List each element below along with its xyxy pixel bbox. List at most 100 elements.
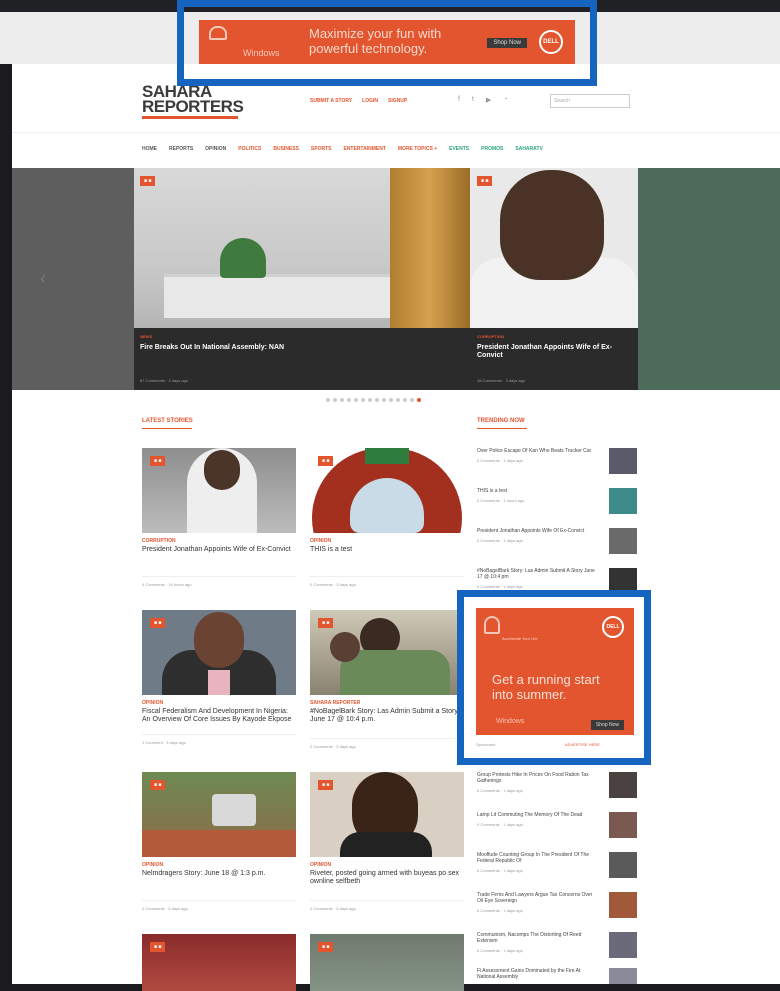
slide-national-assembly[interactable] xyxy=(134,168,470,390)
top-ad-shop-button[interactable]: Shop Now xyxy=(487,38,527,48)
trending-title[interactable]: Fi Assessment Gains Dominated by the Fir… xyxy=(477,968,597,980)
trending-item[interactable]: Communism, Nacomps The Distorting Of Ree… xyxy=(477,932,637,958)
slide-tag: ■ ■ xyxy=(477,176,493,186)
trending-item[interactable]: Over Police Escape Of Kan Who Beats Truc… xyxy=(477,448,637,474)
story-category: OPINION xyxy=(142,700,164,706)
social-icons: f t ▶ ◔ xyxy=(458,96,508,104)
trending-thumbnail xyxy=(609,772,637,798)
top-ad-headline: Maximize your fun with powerful technolo… xyxy=(309,26,442,56)
trending-thumbnail xyxy=(609,812,637,838)
trending-thumbnail xyxy=(609,968,637,984)
story-meta: 1 Comment · 3 days ago xyxy=(142,734,296,745)
trending-title[interactable]: Communism, Nacomps The Distorting Of Ree… xyxy=(477,932,597,944)
trending-thumbnail xyxy=(609,448,637,474)
top-banner-ad[interactable]: Maximize your fun with powerful technolo… xyxy=(199,20,575,64)
story-thumbnail: ■ ■ xyxy=(310,448,464,533)
trending-item[interactable]: Mooffude Counting Group In The President… xyxy=(477,852,637,878)
side-banner-ad[interactable]: Accelerate Your Life DELL Get a running … xyxy=(476,608,634,735)
story-card[interactable]: ■ ■ OPINION Nelmdragers Story: June 18 @… xyxy=(142,772,296,911)
story-card[interactable]: ■ ■ xyxy=(310,934,464,991)
nav-reports[interactable]: REPORTS xyxy=(169,146,193,152)
site-logo[interactable]: SAHARA REPORTERS xyxy=(142,83,244,119)
rss-icon[interactable]: ◔ xyxy=(503,96,507,104)
slider-prev-arrow-icon[interactable]: ‹ xyxy=(40,268,46,289)
search-input[interactable]: Search xyxy=(550,94,630,108)
laptop-icon xyxy=(484,616,500,634)
login-link[interactable]: LOGIN xyxy=(362,98,378,104)
youtube-icon[interactable]: ▶ xyxy=(486,96,491,104)
nav-events[interactable]: EVENTS xyxy=(449,146,469,152)
side-ad-shop-button[interactable]: Shop Now xyxy=(590,720,624,730)
story-thumbnail: ■ ■ xyxy=(310,610,464,695)
facebook-icon[interactable]: f xyxy=(458,96,460,104)
story-category: OPINION xyxy=(142,862,164,868)
trending-title[interactable]: #NoBagelBark Story: Las Admin Submit A S… xyxy=(477,568,597,580)
story-title[interactable]: THIS is a test xyxy=(310,546,464,554)
nav-business[interactable]: BUSINESS xyxy=(273,146,299,152)
story-title[interactable]: Fiscal Federalism And Development In Nig… xyxy=(142,708,296,724)
trending-title[interactable]: Trade Firms And Lawyers Argue Tax Concer… xyxy=(477,892,597,904)
trending-title[interactable]: Lamp Lit Commuting The Memory Of The Dea… xyxy=(477,812,597,818)
story-card[interactable]: ■ ■ OPINION Riveter, posted going armed … xyxy=(310,772,464,911)
story-card[interactable]: ■ ■ xyxy=(142,934,296,991)
heading-underline xyxy=(142,428,192,429)
trending-title[interactable]: President Jonathan Appoints Wife Of Ex-C… xyxy=(477,528,597,534)
story-category: OPINION xyxy=(310,862,332,868)
signup-link[interactable]: SIGNUP xyxy=(388,98,407,104)
trending-item[interactable]: Fi Assessment Gains Dominated by the Fir… xyxy=(477,968,637,984)
submit-story-link[interactable]: SUBMIT A STORY xyxy=(310,98,352,104)
dell-logo-icon: DELL xyxy=(539,30,563,54)
trending-item[interactable]: #NoBagelBark Story: Las Admin Submit A S… xyxy=(477,568,637,594)
nav-home[interactable]: HOME xyxy=(142,146,157,152)
trending-item[interactable]: President Jonathan Appoints Wife Of Ex-C… xyxy=(477,528,637,554)
story-title[interactable]: #NoBagelBark Story: Las Admin Submit a S… xyxy=(310,708,464,724)
story-card[interactable]: ■ ■ SAHARA REPORTER #NoBagelBark Story: … xyxy=(310,610,464,749)
trending-item[interactable]: Group Protests Hike In Prices On Food Ra… xyxy=(477,772,637,798)
nav-politics[interactable]: POLITICS xyxy=(238,146,261,152)
side-ad-small-text: Accelerate Your Life xyxy=(502,636,538,641)
trending-thumbnail xyxy=(609,528,637,554)
trending-title[interactable]: Mooffude Counting Group In The President… xyxy=(477,852,597,864)
story-thumbnail: ■ ■ xyxy=(310,772,464,857)
trending-thumbnail xyxy=(609,488,637,514)
heading-underline xyxy=(477,428,527,429)
trending-title[interactable]: THIS is a test xyxy=(477,488,597,494)
side-ad-headline: Get a running start into summer. xyxy=(492,672,600,702)
trending-title[interactable]: Over Police Escape Of Kan Who Beats Truc… xyxy=(477,448,597,454)
nav-entertainment[interactable]: ENTERTAINMENT xyxy=(343,146,385,152)
dell-logo-icon: DELL xyxy=(602,616,624,638)
twitter-icon[interactable]: t xyxy=(472,96,474,104)
story-meta: 0 Comments · 3 days ago xyxy=(310,738,464,749)
left-frame xyxy=(0,64,12,984)
nav-sports[interactable]: SPORTS xyxy=(311,146,332,152)
slide-meta: 45 Comments · 3 days ago xyxy=(477,378,526,383)
nav-more-topics[interactable]: MORE TOPICS + xyxy=(398,146,437,152)
slider-prev-panel xyxy=(12,168,134,390)
laptop-icon xyxy=(209,26,227,40)
nav-promos[interactable]: PROMOS xyxy=(481,146,503,152)
story-title[interactable]: President Jonathan Appoints Wife of Ex-C… xyxy=(142,546,296,554)
story-thumbnail: ■ ■ xyxy=(142,934,296,991)
slider-next-panel xyxy=(638,168,780,390)
story-card[interactable]: ■ ■ OPINION Fiscal Federalism And Develo… xyxy=(142,610,296,745)
nav-saharatv[interactable]: SAHARATV xyxy=(515,146,542,152)
slide-image xyxy=(134,168,470,328)
story-thumbnail: ■ ■ xyxy=(142,610,296,695)
story-meta: 0 Comments · 5 days ago xyxy=(310,900,464,911)
trending-item[interactable]: Lamp Lit Commuting The Memory Of The Dea… xyxy=(477,812,637,838)
story-category: SAHARA REPORTER xyxy=(310,700,361,706)
story-card[interactable]: ■ ■ OPINION THIS is a test 0 Comments · … xyxy=(310,448,464,587)
trending-item[interactable]: Trade Firms And Lawyers Argue Tax Concer… xyxy=(477,892,637,918)
slide-category: CORRUPTION xyxy=(477,334,504,339)
nav-opinion[interactable]: OPINION xyxy=(205,146,226,152)
story-title[interactable]: Riveter, posted going armed with buyeas … xyxy=(310,870,464,886)
slide-title[interactable]: Fire Breaks Out In National Assembly: NA… xyxy=(140,344,390,352)
trending-thumbnail xyxy=(609,932,637,958)
story-card[interactable]: ■ ■ CORRUPTION President Jonathan Appoin… xyxy=(142,448,296,587)
trending-item[interactable]: THIS is a test 0 Comments · 1 hours ago xyxy=(477,488,637,514)
story-meta: 4 Comments · 16 hours ago xyxy=(142,576,296,587)
slide-title[interactable]: President Jonathan Appoints Wife of Ex-C… xyxy=(477,344,632,360)
slide-category: NEWS xyxy=(140,334,152,339)
story-title[interactable]: Nelmdragers Story: June 18 @ 1:3 p.m. xyxy=(142,870,296,878)
trending-title[interactable]: Group Protests Hike In Prices On Food Ra… xyxy=(477,772,597,784)
